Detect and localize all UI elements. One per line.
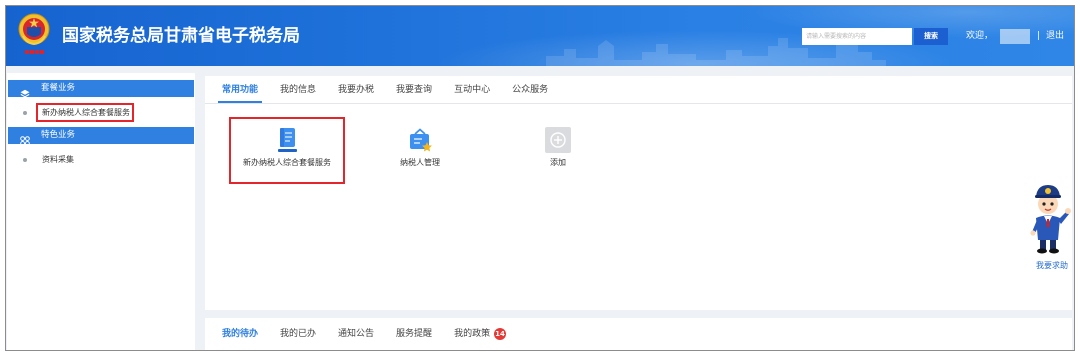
sidebar-item-data-collection[interactable]: 资料采集 (7, 150, 195, 169)
tax-emblem-icon (17, 12, 51, 60)
bullet-icon (23, 157, 27, 162)
search-button[interactable]: 搜索 (914, 28, 948, 45)
header-separator: | (1037, 31, 1041, 41)
bottom-tab-done[interactable]: 我的已办 (276, 318, 320, 350)
bottom-panel: 我的待办 我的已办 通知公告 服务提醒 我的政策 14 (205, 318, 1072, 350)
tab-my-info[interactable]: 我的信息 (276, 76, 320, 103)
search-input[interactable] (802, 28, 912, 45)
bottom-tab-policies[interactable]: 我的政策 14 (450, 318, 510, 350)
mascot-icon (1025, 182, 1071, 254)
main-tabs: 常用功能 我的信息 我要办税 我要查询 互动中心 公众服务 (205, 76, 1072, 104)
bottom-tab-todo[interactable]: 我的待办 (218, 318, 262, 350)
tile-new-taxpayer-package[interactable]: 新办纳税人综合套餐服务 (229, 117, 345, 184)
bottom-tab-notices[interactable]: 通知公告 (334, 318, 378, 350)
sidebar-group-label: 特色业务 (41, 130, 76, 140)
user-name-masked (1000, 29, 1030, 44)
welcome-text: 欢迎， (966, 31, 994, 41)
document-icon (274, 127, 300, 153)
sidebar-item-label: 资料采集 (42, 155, 74, 164)
sidebar: 套餐业务 新办纳税人综合套餐服务 特色业务 资料采集 (7, 73, 195, 350)
help-label: 我要求助 (1036, 261, 1068, 270)
tile-label: 添加 (550, 158, 566, 167)
tile-taxpayer-management[interactable]: 纳税人管理 (362, 117, 478, 184)
logout-link[interactable]: 退出 (1046, 28, 1064, 45)
bottom-tab-label: 我的政策 (454, 329, 491, 339)
tab-public-service[interactable]: 公众服务 (508, 76, 552, 103)
sidebar-item-label: 新办纳税人综合套餐服务 (36, 103, 134, 122)
tab-query[interactable]: 我要查询 (392, 76, 436, 103)
sidebar-group-special-services[interactable]: 特色业务 (8, 127, 194, 146)
add-icon (545, 127, 571, 153)
layers-icon (20, 84, 30, 98)
tab-tax-handling[interactable]: 我要办税 (334, 76, 378, 103)
taxpayer-management-icon (407, 127, 433, 153)
main-panel: 常用功能 我的信息 我要办税 我要查询 互动中心 公众服务 新办纳税人综合套餐服… (205, 76, 1072, 310)
bottom-tabs: 我的待办 我的已办 通知公告 服务提醒 我的政策 14 (205, 318, 510, 350)
sidebar-group-label: 套餐业务 (41, 83, 76, 93)
sidebar-group-package-services[interactable]: 套餐业务 (8, 80, 194, 98)
bottom-tab-reminders[interactable]: 服务提醒 (392, 318, 436, 350)
tile-label: 纳税人管理 (400, 158, 440, 167)
site-header: 国家税务总局甘肃省电子税务局 搜索 欢迎， | 退出 (6, 6, 1074, 66)
policy-count-badge: 14 (493, 327, 506, 340)
tile-add[interactable]: 添加 (500, 117, 616, 184)
tile-label: 新办纳税人综合套餐服务 (243, 158, 331, 167)
site-title: 国家税务总局甘肃省电子税务局 (62, 26, 300, 46)
tab-interaction-center[interactable]: 互动中心 (450, 76, 494, 103)
bullet-icon (23, 110, 27, 115)
help-assistant[interactable]: 我要求助 (1023, 180, 1071, 276)
grid-icon (20, 131, 30, 146)
sidebar-item-new-taxpayer-package[interactable]: 新办纳税人综合套餐服务 (7, 103, 195, 122)
tab-common-functions[interactable]: 常用功能 (218, 76, 263, 103)
